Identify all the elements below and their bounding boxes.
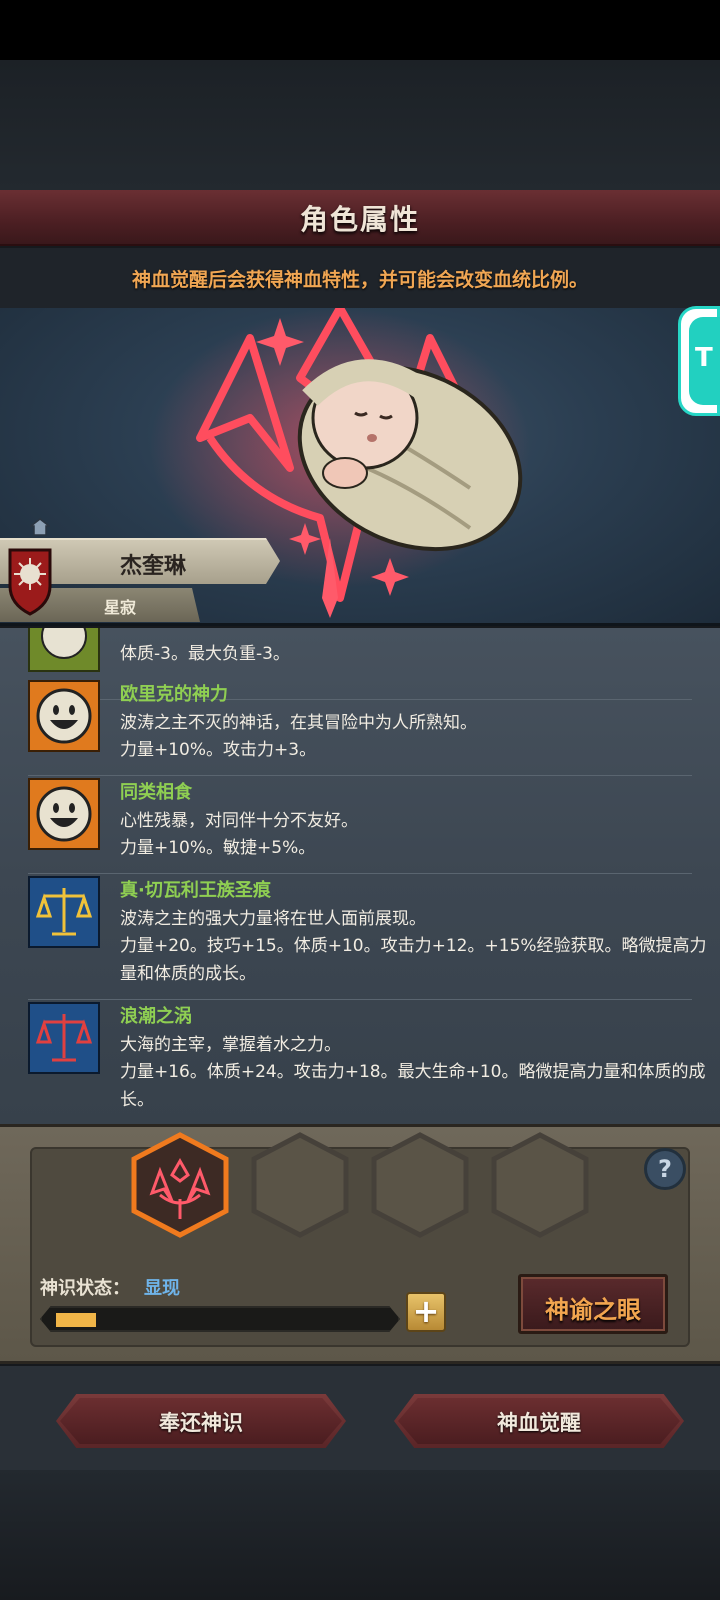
- smiley-icon: [28, 778, 100, 850]
- face-icon: [28, 628, 100, 672]
- bottom-background: [0, 1470, 720, 1600]
- trait-name: 欧里克的神力: [120, 684, 228, 705]
- oracle-eye-button[interactable]: 神谕之眼: [518, 1274, 668, 1334]
- progress-fill: [56, 1313, 96, 1327]
- subtitle-bar: 神血觉醒后会获得神血特性，并可能会改变血统比例。: [0, 248, 720, 308]
- side-floating-tab[interactable]: T: [678, 306, 720, 416]
- divine-state-value: 显现: [144, 1278, 180, 1299]
- trait-effects: 力量+16。体质+24。攻击力+18。最大生命+10。略微提高力量和体质的成长。: [120, 1062, 706, 1110]
- bloodline-slot-active[interactable]: [131, 1132, 229, 1238]
- trait-description: 波涛之主的强大力量将在世人面前展现。: [120, 909, 426, 929]
- title-banner: 角色属性: [0, 190, 720, 246]
- top-background: [0, 60, 720, 190]
- trait-item: 同类相食 心性残暴，对同伴十分不友好。 力量+10%。敏捷+5%。: [28, 778, 692, 874]
- divine-progress-bar: [40, 1306, 400, 1332]
- traits-list[interactable]: 体质-3。最大负重-3。 欧里克的神力 波涛之主不灭的神话，在其冒险中为人所熟知…: [0, 628, 720, 1124]
- blood-awaken-label: 神血觉醒: [497, 1411, 581, 1435]
- help-icon[interactable]: ?: [644, 1148, 686, 1190]
- return-divine-button[interactable]: 奉还神识: [56, 1394, 346, 1448]
- status-bar: [0, 0, 720, 60]
- home-icon: [30, 518, 50, 536]
- side-tab-label: T: [689, 317, 720, 405]
- trait-item: 真·切瓦利王族圣痕 波涛之主的强大力量将在世人面前展现。 力量+20。技巧+15…: [28, 876, 707, 1000]
- family-crest-icon: [8, 548, 52, 616]
- trait-description: 波涛之主不灭的神话，在其冒险中为人所熟知。: [120, 713, 477, 733]
- scales-gold-icon: [28, 876, 100, 948]
- trait-effects: 力量+10%。攻击力+3。: [120, 740, 317, 760]
- character-name: 杰奎琳: [120, 554, 187, 579]
- trait-effects: 力量+10%。敏捷+5%。: [120, 838, 316, 858]
- trait-description: 大海的主宰，掌握着水之力。: [120, 1035, 341, 1055]
- return-divine-label: 奉还神识: [159, 1411, 243, 1435]
- trait-effects: 力量+20。技巧+15。体质+10。攻击力+12。+15%经验获取。略微提高力量…: [120, 936, 707, 984]
- bloodline-slot-empty: [251, 1132, 349, 1238]
- trait-item: 浪潮之涡 大海的主宰，掌握着水之力。 力量+16。体质+24。攻击力+18。最大…: [28, 1002, 706, 1124]
- bloodline-slot-empty: [371, 1132, 469, 1238]
- add-progress-button[interactable]: +: [406, 1292, 446, 1332]
- awakening-hint: 神血觉醒后会获得神血特性，并可能会改变血统比例。: [131, 269, 588, 291]
- oracle-eye-label: 神谕之眼: [545, 1296, 641, 1324]
- trait-name: 浪潮之涡: [120, 1006, 192, 1027]
- trait-effects: 体质-3。最大负重-3。: [120, 644, 290, 664]
- trait-name: 同类相食: [120, 782, 192, 803]
- trait-name: 真·切瓦利王族圣痕: [120, 880, 271, 901]
- character-rank: 星寂: [104, 598, 137, 617]
- blood-awaken-button[interactable]: 神血觉醒: [394, 1394, 684, 1448]
- trait-item: 欧里克的神力 波涛之主不灭的神话，在其冒险中为人所熟知。 力量+10%。攻击力+…: [28, 680, 692, 776]
- page-title: 角色属性: [299, 203, 420, 236]
- smiley-icon: [28, 680, 100, 752]
- divine-state-label: 神识状态：: [40, 1278, 130, 1299]
- scales-red-icon: [28, 1002, 100, 1074]
- bloodline-slot-empty: [491, 1132, 589, 1238]
- trait-description: 心性残暴，对同伴十分不友好。: [120, 811, 358, 831]
